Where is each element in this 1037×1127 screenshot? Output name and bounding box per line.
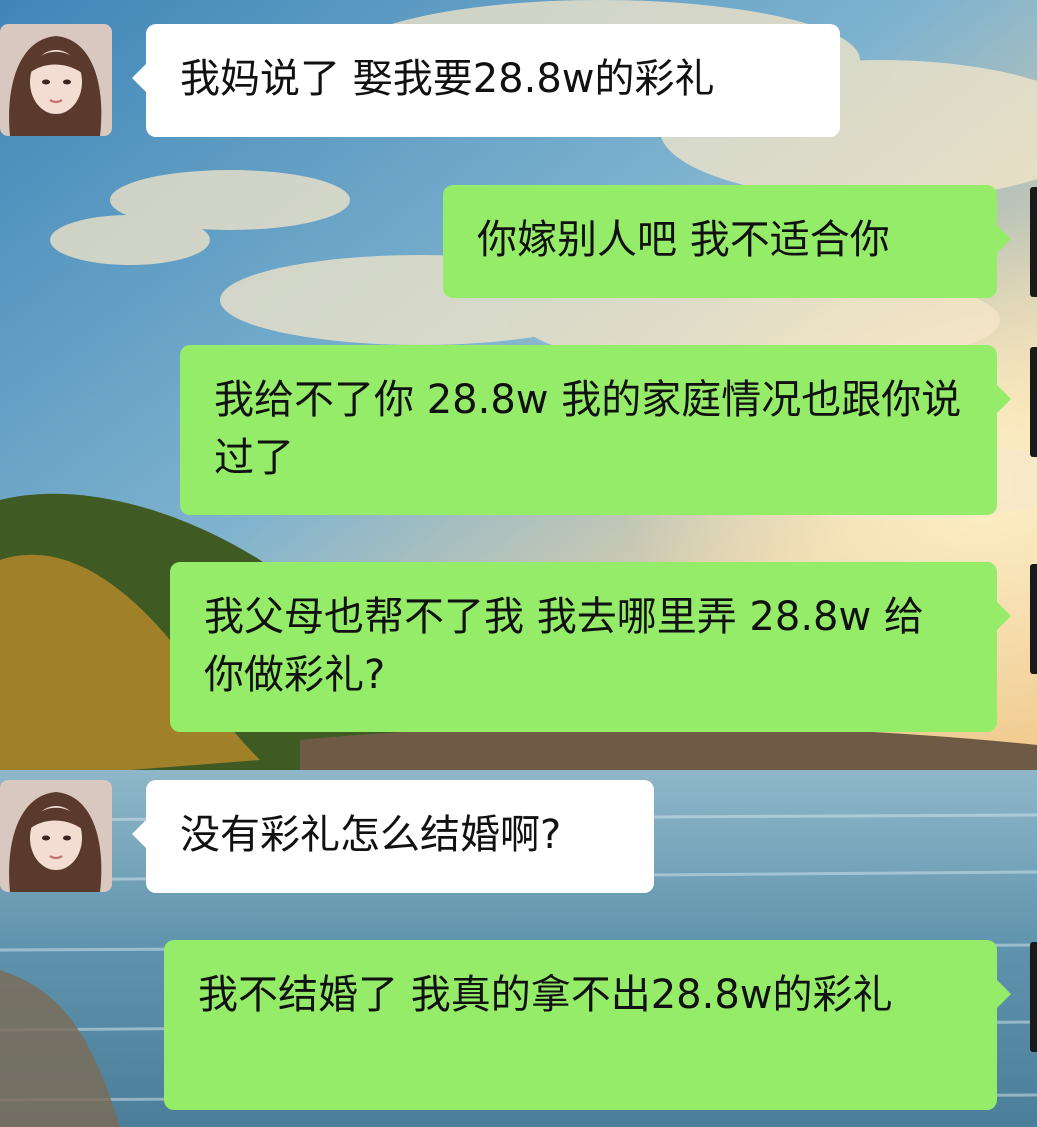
girl-photo-avatar-icon bbox=[0, 24, 112, 136]
girl-photo-avatar-icon bbox=[0, 780, 112, 892]
message-text: 没有彩礼怎么结婚啊? bbox=[180, 812, 562, 858]
self-avatar-edge bbox=[1030, 564, 1037, 674]
contact-avatar-icon[interactable] bbox=[0, 24, 112, 136]
self-avatar-edge bbox=[1030, 942, 1037, 1052]
self-avatar-edge bbox=[1030, 347, 1037, 457]
contact-avatar-icon[interactable] bbox=[0, 780, 112, 892]
incoming-message-bubble[interactable]: 没有彩礼怎么结婚啊? bbox=[132, 780, 654, 893]
message-text: 我父母也帮不了我 我去哪里弄 28.8w 给你做彩礼? bbox=[204, 594, 924, 698]
outgoing-message-bubble[interactable]: 我不结婚了 我真的拿不出28.8w的彩礼 bbox=[164, 940, 1011, 1110]
outgoing-message-bubble[interactable]: 我父母也帮不了我 我去哪里弄 28.8w 给你做彩礼? bbox=[170, 562, 1011, 732]
self-avatar-edge bbox=[1030, 187, 1037, 297]
message-text: 我妈说了 娶我要28.8w的彩礼 bbox=[180, 56, 715, 102]
outgoing-message-bubble[interactable]: 我给不了你 28.8w 我的家庭情况也跟你说过了 bbox=[180, 345, 1011, 515]
message-text: 我不结婚了 我真的拿不出28.8w的彩礼 bbox=[198, 972, 893, 1018]
outgoing-message-bubble[interactable]: 你嫁别人吧 我不适合你 bbox=[443, 185, 1011, 298]
message-text: 我给不了你 28.8w 我的家庭情况也跟你说过了 bbox=[214, 377, 962, 481]
message-text: 你嫁别人吧 我不适合你 bbox=[477, 217, 890, 263]
incoming-message-bubble[interactable]: 我妈说了 娶我要28.8w的彩礼 bbox=[132, 24, 840, 137]
chat-message-list[interactable]: 我妈说了 娶我要28.8w的彩礼 你嫁别人吧 我不适合你 我给不了你 28.8w… bbox=[0, 0, 1037, 1127]
